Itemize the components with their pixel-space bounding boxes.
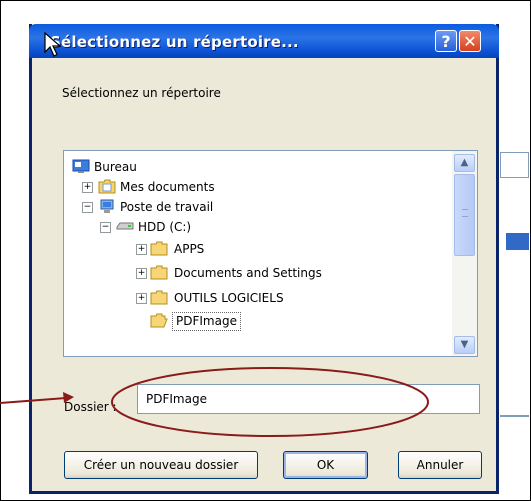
expand-toggle[interactable]: + (136, 244, 147, 255)
tree-item-label: OUTILS LOGICIELS (174, 291, 284, 305)
tree-item-label: Poste de travail (120, 200, 214, 214)
scroll-grip-icon (462, 209, 468, 217)
collapse-toggle[interactable]: − (82, 202, 93, 213)
folder-icon (150, 290, 168, 305)
my-computer-icon (100, 199, 114, 213)
expand-toggle[interactable]: + (136, 293, 147, 304)
tree-item-label: Bureau (94, 160, 137, 174)
dialog-title: Sélectionnez un répertoire... (50, 33, 299, 51)
tree-item-label: PDFImage (172, 312, 241, 331)
tree-item-label: APPS (174, 242, 205, 256)
background-window (498, 24, 529, 494)
tree-item-label: HDD (C:) (138, 220, 192, 234)
create-folder-button[interactable]: Créer un nouveau dossier (64, 451, 258, 479)
expand-toggle[interactable]: + (136, 268, 147, 279)
dialog-prompt: Sélectionnez un répertoire (62, 86, 221, 100)
cancel-button[interactable]: Annuler (398, 451, 482, 479)
folder-name-input[interactable]: PDFImage (137, 384, 480, 414)
mouse-pointer-icon (44, 32, 62, 57)
background-selection (506, 233, 529, 250)
expand-toggle[interactable]: + (82, 182, 93, 193)
folder-field-label: Dossier : (64, 400, 117, 414)
folder-icon (150, 241, 168, 256)
background-divider (500, 415, 529, 417)
close-button[interactable]: ✕ (459, 30, 481, 52)
my-documents-folder-icon (98, 179, 116, 194)
background-field (500, 152, 529, 178)
desktop-icon (72, 159, 90, 173)
hard-drive-icon (116, 222, 134, 230)
scroll-down-button[interactable]: ▼ (454, 336, 475, 354)
scroll-up-button[interactable]: ▲ (454, 154, 475, 172)
ok-button[interactable]: OK (283, 451, 368, 479)
folder-tree[interactable]: Bureau + Mes documents − Poste de travai… (63, 150, 478, 357)
folder-icon (150, 265, 168, 280)
tree-item-label: Documents and Settings (174, 266, 322, 280)
collapse-toggle[interactable]: − (100, 222, 111, 233)
help-button[interactable]: ? (435, 30, 457, 52)
tree-item-label: Mes documents (120, 180, 215, 194)
open-folder-icon (150, 313, 168, 328)
